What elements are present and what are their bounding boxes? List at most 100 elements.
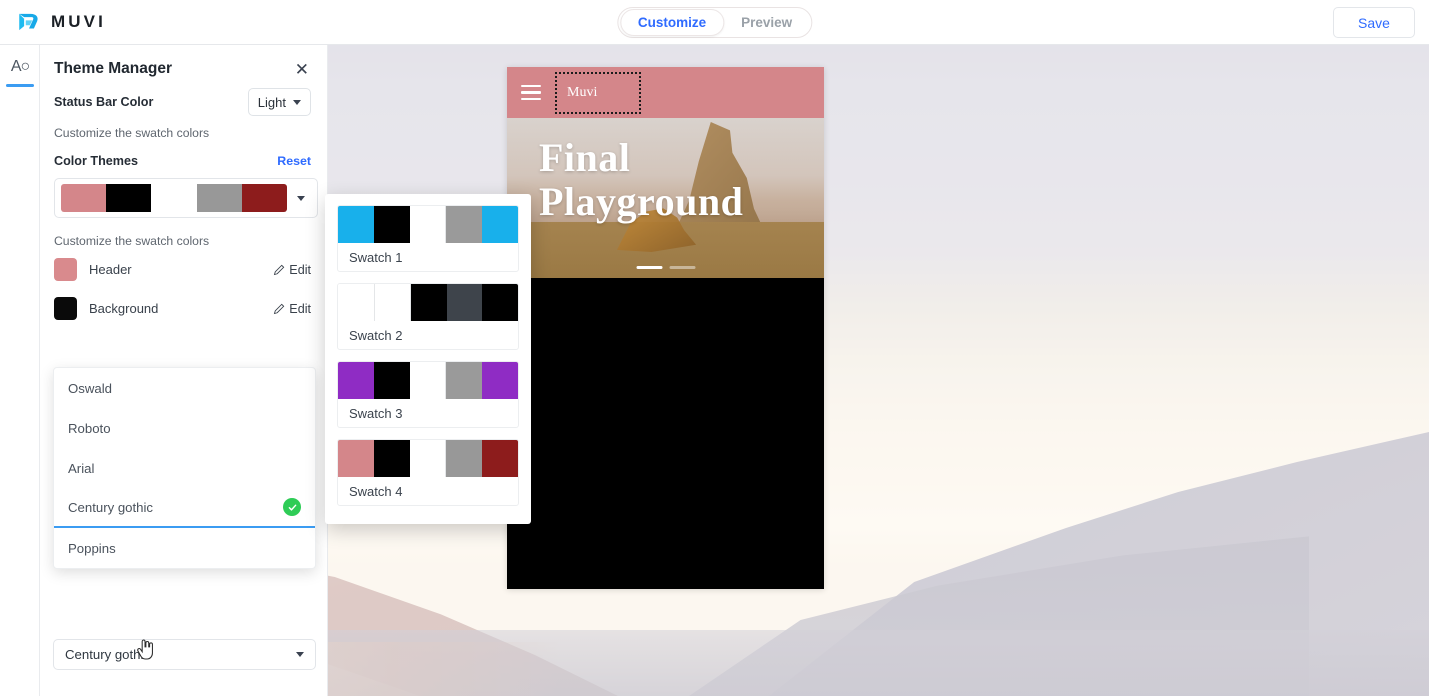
preview-body: [507, 278, 824, 589]
font-option-label: Century gothic: [68, 499, 154, 515]
color-theme-select[interactable]: [54, 178, 318, 218]
reset-button[interactable]: Reset: [277, 154, 311, 168]
tab-preview[interactable]: Preview: [724, 9, 809, 36]
color-rows-list: Header Edit Background Edit: [40, 250, 327, 328]
swatch-hint-mid: Customize the swatch colors: [54, 234, 210, 248]
font-option-poppins[interactable]: Poppins: [54, 528, 315, 568]
app-root: Muvi Final Playground MUVI Customize Pre…: [0, 0, 1429, 696]
color-themes-label: Color Themes: [54, 154, 138, 168]
chevron-down-icon: [293, 99, 301, 105]
font-select[interactable]: Century gothic: [53, 639, 316, 670]
panel-header: Theme Manager ✕: [40, 45, 327, 84]
preview-header-bar: Muvi: [507, 67, 824, 118]
color-chip-background[interactable]: [54, 297, 77, 320]
pencil-icon: [274, 303, 285, 314]
swatch-color-5: [482, 284, 518, 321]
typography-icon: A○: [10, 58, 30, 75]
swatch-color-2: [373, 440, 410, 477]
theme-manager-panel: Theme Manager ✕ Status Bar Color Light C…: [40, 45, 328, 696]
swatch-color-3: [409, 362, 447, 399]
preview-hero: Final Playground: [507, 118, 824, 278]
color-themes-row: Color Themes Reset: [40, 142, 327, 172]
color-row: Background Edit: [40, 289, 327, 328]
brand-name: MUVI: [51, 12, 106, 31]
edit-label: Edit: [289, 262, 311, 277]
font-option-label: Poppins: [68, 540, 116, 556]
selected-theme-swatch: [61, 184, 287, 212]
theme-color-3: [151, 184, 197, 212]
hamburger-icon[interactable]: [521, 84, 541, 101]
muvi-logo-icon: [19, 13, 38, 31]
swatch-color-4: [446, 362, 483, 399]
font-option-label: Arial: [68, 460, 95, 476]
swatch-color-5: [482, 206, 518, 243]
carousel-dot-1[interactable]: [636, 265, 662, 269]
swatch-popover[interactable]: Swatch 1 Swatch 2 Swatch 3 Swatch 4: [325, 194, 531, 524]
font-option-roboto[interactable]: Roboto: [54, 408, 315, 448]
swatch-hint-top: Customize the swatch colors: [54, 126, 210, 140]
font-option-century-gothic[interactable]: Century gothic: [54, 488, 315, 528]
font-option-arial[interactable]: Arial: [54, 448, 315, 488]
tab-customize[interactable]: Customize: [619, 8, 725, 36]
font-option-label: Oswald: [68, 380, 112, 396]
status-bar-color-select[interactable]: Light: [247, 88, 311, 116]
close-icon[interactable]: ✕: [293, 61, 311, 78]
color-chip-header[interactable]: [54, 258, 77, 281]
edit-header-button[interactable]: Edit: [273, 263, 311, 277]
carousel-dot-2[interactable]: [669, 265, 695, 269]
preview-logo-placeholder[interactable]: Muvi: [555, 71, 641, 114]
swatch-color-3: [411, 284, 447, 321]
swatch-color-3: [409, 206, 447, 243]
swatch-color-bar: [338, 206, 518, 243]
swatch-label: Swatch 4: [349, 483, 403, 499]
edit-background-button[interactable]: Edit: [273, 302, 311, 316]
left-icon-rail: A○: [0, 45, 40, 696]
status-bar-color-label: Status Bar Color: [54, 95, 154, 109]
swatch-color-4: [446, 284, 483, 321]
chevron-down-icon: [297, 195, 305, 201]
save-button[interactable]: Save: [1333, 7, 1415, 38]
swatch-label: Swatch 1: [349, 249, 403, 265]
swatch-color-4: [446, 206, 483, 243]
device-preview: Muvi Final Playground: [507, 67, 824, 589]
swatch-color-5: [482, 440, 518, 477]
swatch-card-2[interactable]: Swatch 2: [337, 283, 519, 350]
swatch-card-1[interactable]: Swatch 1: [337, 205, 519, 272]
swatch-color-2: [373, 362, 410, 399]
hero-title-line-1: Final: [539, 135, 631, 180]
color-row: Header Edit: [40, 250, 327, 289]
font-select-value: Century gothic: [65, 647, 151, 662]
status-bar-color-row: Status Bar Color Light: [40, 84, 327, 120]
theme-color-2: [106, 184, 152, 212]
color-row-label: Background: [89, 301, 159, 316]
sidebar-item-typography[interactable]: A○: [0, 45, 40, 89]
theme-color-5: [241, 184, 287, 212]
preview-logo-text: Muvi: [567, 84, 598, 100]
swatch-card-3[interactable]: Swatch 3: [337, 361, 519, 428]
swatch-color-1: [338, 284, 375, 321]
swatch-color-bar: [338, 284, 518, 321]
active-indicator: [6, 84, 34, 87]
font-option-oswald[interactable]: Oswald: [54, 368, 315, 408]
swatch-card-4[interactable]: Swatch 4: [337, 439, 519, 506]
page-title: Theme Manager: [54, 60, 173, 77]
swatch-color-5: [482, 362, 518, 399]
mode-switch: Customize Preview: [616, 6, 813, 38]
brand: MUVI: [0, 9, 106, 35]
carousel-dots[interactable]: [636, 265, 695, 269]
font-option-label: Roboto: [68, 420, 111, 436]
hero-title: Final Playground: [539, 136, 743, 224]
edit-label: Edit: [289, 301, 311, 316]
swatch-color-1: [338, 206, 374, 243]
font-dropdown-list[interactable]: Oswald Roboto Arial Century gothic Poppins: [53, 367, 316, 569]
swatch-color-2: [373, 206, 410, 243]
swatch-color-bar: [338, 440, 518, 477]
pencil-icon: [274, 264, 285, 275]
swatch-color-1: [338, 440, 374, 477]
theme-color-1: [61, 184, 107, 212]
hero-title-line-2: Playground: [539, 179, 744, 224]
swatch-color-2: [374, 284, 412, 321]
swatch-color-3: [409, 440, 447, 477]
theme-color-4: [196, 184, 242, 212]
swatch-label: Swatch 2: [349, 327, 403, 343]
